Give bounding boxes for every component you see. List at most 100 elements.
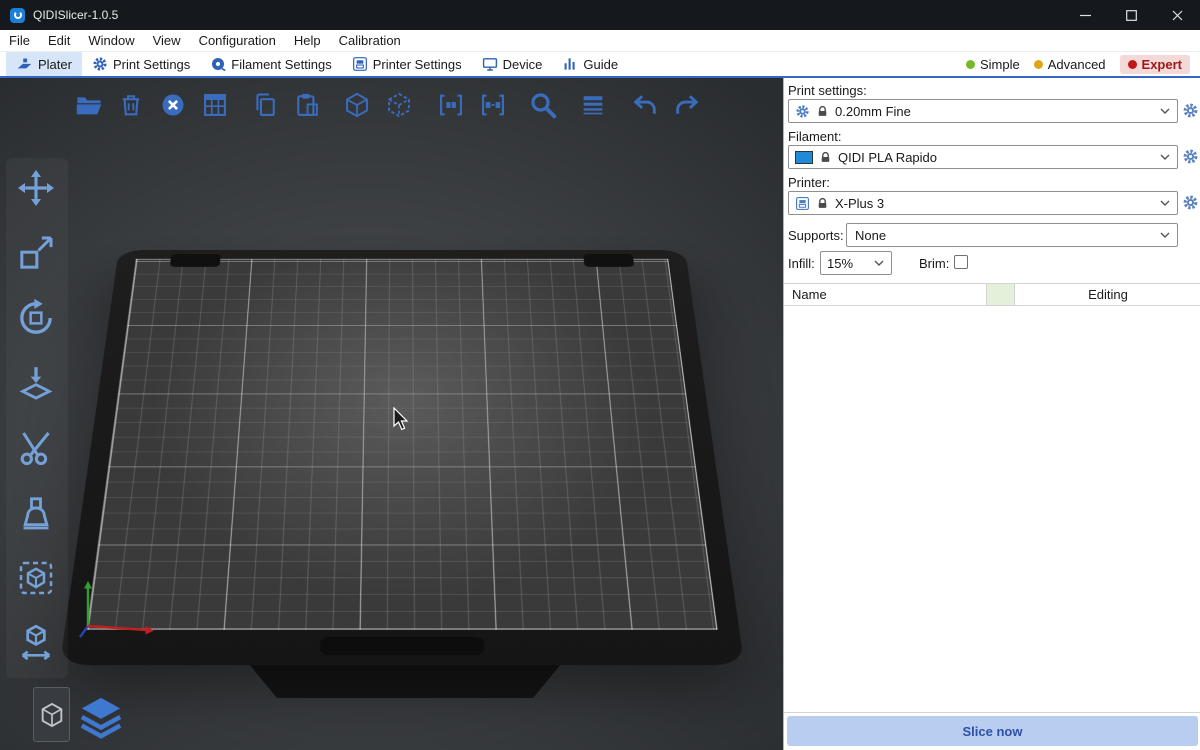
mode-label: Simple [980,57,1020,72]
rotate-icon [16,298,56,338]
slice-now-label: Slice now [963,724,1023,739]
tab-label: Printer Settings [373,57,462,72]
3d-viewport[interactable] [0,78,783,750]
menu-edit[interactable]: Edit [39,30,79,51]
plater-icon [16,56,33,73]
redo-button[interactable] [670,88,704,122]
split-parts-icon [385,91,413,119]
print-settings-select[interactable]: 0.20mm Fine [788,99,1178,123]
printer-gear-button[interactable] [1182,194,1200,212]
delete-button[interactable] [114,88,148,122]
copy-button[interactable] [248,88,282,122]
mode-simple[interactable]: Simple [966,57,1020,72]
tab-printer-settings[interactable]: Printer Settings [342,52,472,76]
device-icon [482,56,498,72]
move-icon [16,168,56,208]
menu-window[interactable]: Window [79,30,143,51]
minimize-icon [1080,10,1091,21]
copy-icon [251,91,279,119]
printer-value: X-Plus 3 [835,196,1154,211]
printer-select[interactable]: X-Plus 3 [788,191,1178,215]
filament-label: Filament: [788,129,841,144]
menu-help[interactable]: Help [285,30,330,51]
filament-settings-icon [210,56,226,72]
paste-button[interactable] [290,88,324,122]
lock-icon [816,105,829,118]
tab-device[interactable]: Device [472,52,553,76]
tab-label: Filament Settings [231,57,331,72]
gear-icon [795,104,810,119]
extruder-column-header [987,284,1015,305]
simple-mode-dot-icon [966,60,975,69]
move-tool-button[interactable] [14,166,58,210]
gear-icon [1182,194,1199,211]
object-list: Name Editing [784,283,1200,713]
minimize-button[interactable] [1062,0,1108,30]
chevron-down-icon [1160,232,1170,238]
open-button[interactable] [72,88,106,122]
measure-tool-button[interactable] [14,620,58,664]
maximize-icon [1126,10,1137,21]
tab-plater[interactable]: Plater [6,52,82,76]
name-column-header: Name [784,284,987,305]
filament-gear-button[interactable] [1182,148,1200,166]
split-objects-icon [343,91,371,119]
fuzzy-skin-tool-button[interactable] [14,556,58,600]
search-button[interactable] [526,88,560,122]
mode-switcher: Simple Advanced Expert [966,55,1190,74]
menu-calibration[interactable]: Calibration [330,30,410,51]
split-objects-button[interactable] [340,88,374,122]
variable-layer-height-button[interactable] [576,88,610,122]
chevron-down-icon [1160,108,1170,114]
undo-icon [631,91,659,119]
chevron-down-icon [1160,200,1170,206]
editing-column-header: Editing [1015,284,1200,305]
undo-button[interactable] [628,88,662,122]
redo-icon [673,91,701,119]
brim-checkbox[interactable] [954,255,968,269]
tab-guide[interactable]: Guide [552,52,628,76]
remove-instance-button[interactable] [476,88,510,122]
scale-tool-button[interactable] [14,231,58,275]
slice-now-button[interactable]: Slice now [787,716,1198,746]
menu-view[interactable]: View [144,30,190,51]
cube-frame-icon [16,558,56,598]
axes-indicator-icon [70,578,170,640]
place-on-face-tool-button[interactable] [14,361,58,405]
chevron-down-icon [874,260,884,266]
close-button[interactable] [1154,0,1200,30]
tab-filament-settings[interactable]: Filament Settings [200,52,341,76]
menu-configuration[interactable]: Configuration [190,30,285,51]
lock-icon [816,197,829,210]
printer-icon [795,196,810,211]
print-settings-gear-button[interactable] [1182,102,1200,120]
mode-expert[interactable]: Expert [1120,55,1190,74]
preview-view-button[interactable] [76,692,126,742]
rotate-tool-button[interactable] [14,296,58,340]
mode-label: Advanced [1048,57,1106,72]
delete-all-button[interactable] [156,88,190,122]
supports-select[interactable]: None [846,223,1178,247]
maximize-button[interactable] [1108,0,1154,30]
search-icon [528,90,558,120]
brim-label: Brim: [919,256,949,271]
menubar: File Edit Window View Configuration Help… [0,30,1200,52]
cut-tool-button[interactable] [14,426,58,470]
measure-icon [16,622,56,662]
infill-select[interactable]: 15% [820,251,892,275]
lock-icon [819,151,832,164]
menu-file[interactable]: File [0,30,39,51]
support-paint-tool-button[interactable] [14,491,58,535]
arrange-icon [201,91,229,119]
object-list-header: Name Editing [784,283,1200,306]
add-instance-button[interactable] [434,88,468,122]
arrange-button[interactable] [198,88,232,122]
editor-view-button[interactable] [33,687,70,742]
object-list-body[interactable] [784,306,1200,713]
window-title: QIDISlicer-1.0.5 [33,8,118,22]
split-parts-button[interactable] [382,88,416,122]
mode-advanced[interactable]: Advanced [1034,57,1106,72]
filament-select[interactable]: QIDI PLA Rapido [788,145,1178,169]
trash-icon [117,91,145,119]
tab-print-settings[interactable]: Print Settings [82,52,200,76]
